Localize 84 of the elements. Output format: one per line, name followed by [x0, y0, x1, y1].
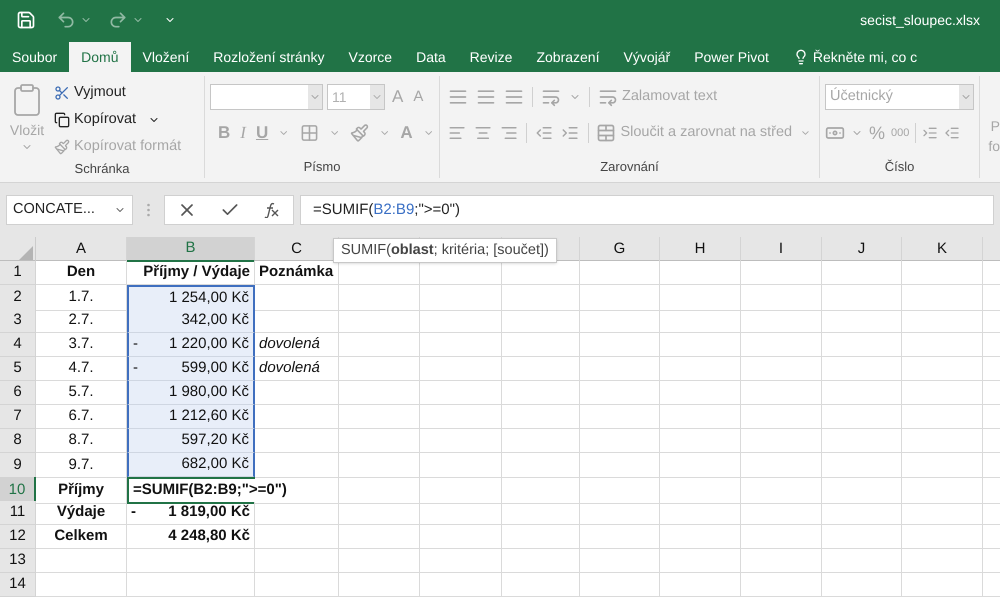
- redo-icon[interactable]: [108, 10, 128, 30]
- function-tooltip: SUMIF(oblast; kritéria; [součet]): [333, 238, 557, 263]
- cell-text: Den: [66, 262, 96, 282]
- row-header[interactable]: 9: [0, 453, 36, 478]
- group-label: Zarovnání: [600, 160, 659, 176]
- cell-text: 6.7.: [68, 406, 94, 426]
- row-header[interactable]: 3: [0, 309, 36, 333]
- cell-text: 599,00 Kč: [181, 358, 249, 378]
- grip-icon[interactable]: [147, 203, 150, 217]
- copy-icon: [54, 112, 70, 128]
- ribbon-tab[interactable]: Power Pivot: [682, 42, 781, 72]
- column-header[interactable]: J: [822, 237, 902, 262]
- name-box[interactable]: CONCATE...: [6, 195, 133, 225]
- fill-color-icon[interactable]: [350, 122, 369, 143]
- cell-text: 1 220,00 Kč: [168, 334, 249, 354]
- row-header[interactable]: 13: [0, 549, 36, 573]
- clipboard-button[interactable]: Vyjmout: [54, 82, 182, 104]
- font-name-field[interactable]: [210, 84, 323, 110]
- clipboard-button[interactable]: Kopírovat: [54, 109, 182, 131]
- cell-text: 342,00 Kč: [181, 310, 249, 330]
- row-header[interactable]: 1: [0, 261, 36, 285]
- cell-text: Celkem: [54, 526, 108, 546]
- cell-text: Příjmy / Výdaje: [143, 262, 250, 282]
- cell-text: 5.7.: [68, 382, 94, 402]
- cell-text: 8.7.: [68, 430, 94, 450]
- column-header[interactable]: K: [902, 237, 983, 262]
- window-title: secist_sloupec.xlsx: [860, 10, 980, 30]
- cell-text: 1 980,00 Kč: [168, 382, 249, 402]
- cell-text: 4.7.: [68, 358, 94, 378]
- column-header[interactable]: I: [741, 237, 822, 262]
- paintbrush-icon: [54, 139, 70, 155]
- borders-icon[interactable]: [300, 122, 319, 143]
- sign-text: -: [133, 358, 138, 378]
- cell-text: 1 254,00 Kč: [168, 288, 249, 308]
- row-header[interactable]: 2: [0, 285, 36, 310]
- row-header[interactable]: 11: [0, 501, 36, 525]
- row-header[interactable]: 14: [0, 573, 36, 597]
- ribbon-tab[interactable]: Vložení: [130, 42, 202, 72]
- ribbon-tab[interactable]: Vývojář: [612, 42, 682, 72]
- column-header[interactable]: B: [127, 237, 255, 262]
- cell-text: dovolená: [259, 358, 320, 378]
- row-header[interactable]: 12: [0, 525, 36, 549]
- column-header[interactable]: G: [580, 237, 660, 262]
- ribbon-tab[interactable]: Soubor: [0, 42, 70, 72]
- ribbon-button-label: fo: [988, 137, 1000, 156]
- ribbon-tab[interactable]: Rozložení stránky: [201, 42, 336, 72]
- sign-text: -: [133, 334, 138, 354]
- row-header[interactable]: 4: [0, 333, 36, 357]
- cell-text: 4 248,80 Kč: [168, 526, 250, 546]
- row-header[interactable]: 5: [0, 357, 36, 381]
- row-header[interactable]: 8: [0, 429, 36, 453]
- tell-me-field[interactable]: Řekněte mi, co c: [812, 46, 943, 68]
- cell-text: Výdaje: [56, 502, 106, 522]
- cell-text: 1 819,00 Kč: [168, 502, 250, 522]
- cell-text: 682,00 Kč: [181, 454, 249, 474]
- group-label: Písmo: [304, 160, 340, 176]
- cell-text: Příjmy: [58, 480, 104, 500]
- cell-text: Poznámka: [259, 262, 334, 282]
- ribbon-tab[interactable]: Domů: [69, 42, 131, 72]
- cell-text: 2.7.: [68, 310, 94, 330]
- ribbon-tab[interactable]: Zobrazení: [524, 42, 612, 72]
- scissors-icon: [54, 85, 70, 101]
- group-label: Číslo: [884, 160, 914, 176]
- cell-text: dovolená: [259, 334, 320, 354]
- ribbon-tab[interactable]: Data: [404, 42, 458, 72]
- row-header[interactable]: 7: [0, 405, 36, 429]
- group-label: Schránka: [74, 162, 130, 174]
- formula-field[interactable]: =SUMIF(B2:B9;">=0"): [300, 195, 994, 225]
- cell-text: 1.7.: [68, 287, 94, 307]
- column-header[interactable]: H: [660, 237, 741, 262]
- undo-icon[interactable]: [56, 10, 76, 30]
- ribbon-tab[interactable]: Revize: [458, 42, 524, 72]
- row-header[interactable]: 6: [0, 381, 36, 405]
- function-icon[interactable]: [263, 202, 282, 218]
- cell-text: 1 212,60 Kč: [168, 406, 249, 426]
- ribbon-tab[interactable]: Vzorce: [336, 42, 404, 72]
- cell-text: =SUMIF(B2:B9;">=0"): [133, 479, 287, 502]
- merge-icon: [596, 123, 616, 143]
- ribbon-button-label: P: [990, 117, 1000, 136]
- sign-text: -: [131, 502, 136, 522]
- cell-text: 3.7.: [68, 334, 94, 354]
- cell-text: 597,20 Kč: [181, 430, 249, 450]
- cell-text: 9.7.: [68, 454, 94, 474]
- save-icon[interactable]: [16, 10, 36, 30]
